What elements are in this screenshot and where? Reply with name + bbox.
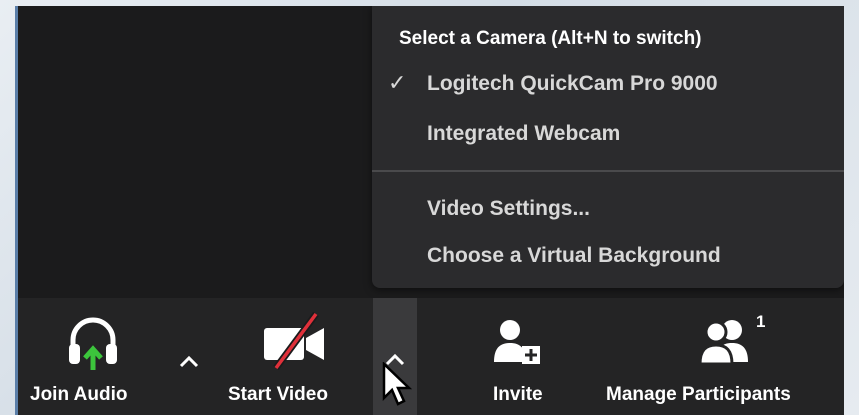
- start-video-button[interactable]: Start Video: [218, 298, 368, 415]
- camera-option-logitech[interactable]: Logitech QuickCam Pro 9000: [427, 72, 718, 96]
- manage-participants-label: Manage Participants: [606, 384, 791, 405]
- add-user-icon: [494, 320, 540, 364]
- invite-button[interactable]: Invite: [478, 298, 558, 415]
- camera-menu-title: Select a Camera (Alt+N to switch): [399, 28, 702, 49]
- participants-icon: [698, 320, 748, 366]
- camera-option-integrated[interactable]: Integrated Webcam: [427, 122, 620, 146]
- menu-divider: [372, 170, 844, 172]
- join-audio-label: Join Audio: [30, 384, 128, 405]
- meeting-window: Select a Camera (Alt+N to switch) ✓ Logi…: [18, 6, 844, 415]
- invite-label: Invite: [493, 384, 543, 405]
- meeting-toolbar: Join Audio Start Video Invite 1 Manage P…: [18, 298, 844, 415]
- video-settings-item[interactable]: Video Settings...: [427, 197, 590, 221]
- mouse-cursor-icon: [382, 362, 412, 406]
- join-audio-button[interactable]: Join Audio: [18, 298, 166, 415]
- start-video-label: Start Video: [228, 384, 328, 405]
- manage-participants-button[interactable]: 1 Manage Participants: [606, 298, 842, 415]
- video-off-icon: [264, 311, 324, 371]
- checkmark-icon: ✓: [388, 70, 407, 95]
- participants-count-badge: 1: [756, 312, 766, 331]
- virtual-background-item[interactable]: Choose a Virtual Background: [427, 244, 721, 268]
- headphones-icon: [69, 317, 117, 370]
- camera-menu: Select a Camera (Alt+N to switch) ✓ Logi…: [372, 6, 844, 288]
- audio-options-caret-icon[interactable]: [178, 354, 200, 368]
